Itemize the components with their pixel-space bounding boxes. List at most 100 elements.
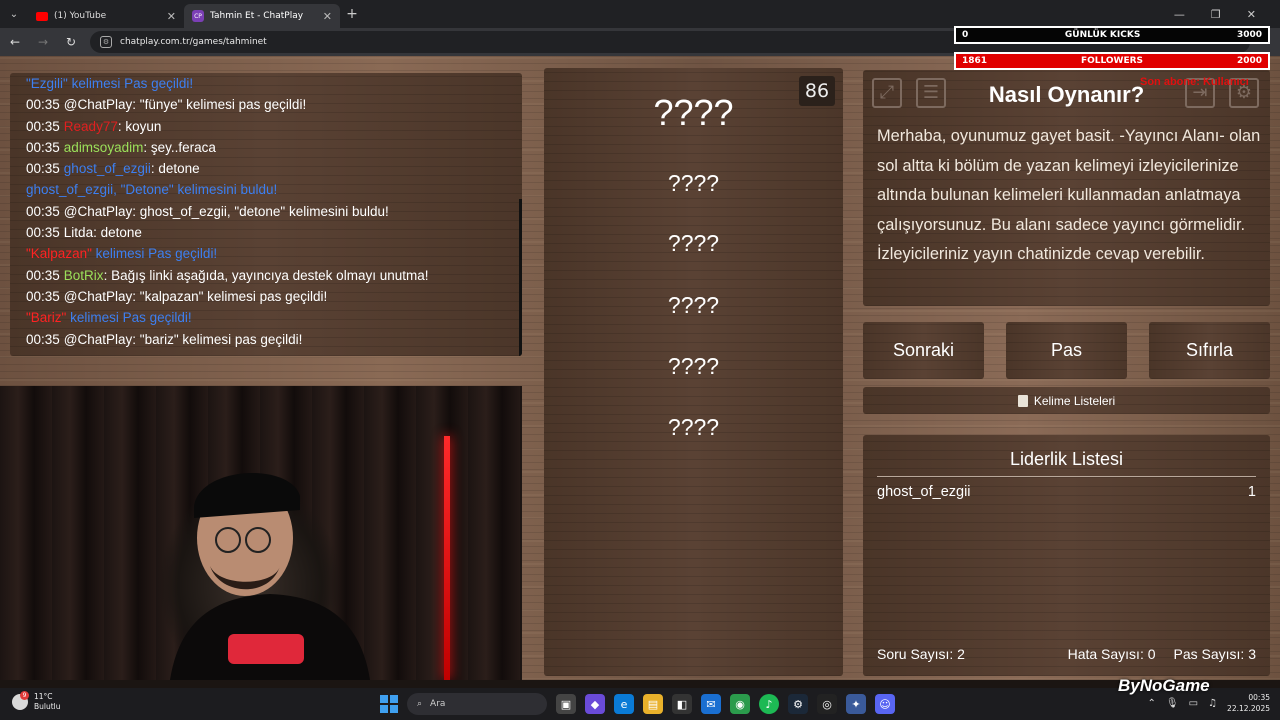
chat-message: 00:35 Ready77: koyun — [26, 116, 506, 137]
reload-icon[interactable]: ↻ — [62, 35, 80, 49]
game-stats: Soru Sayısı: 2 Hata Sayısı: 0 Pas Sayısı… — [877, 646, 1256, 662]
url-text: chatplay.com.tr/games/tahminet — [120, 37, 267, 47]
new-tab-button[interactable]: + — [340, 6, 364, 22]
leaderboard-panel: Liderlik Listesi ghost_of_ezgii 1 Soru S… — [863, 435, 1270, 676]
chat-timestamp: 00:35 — [26, 139, 60, 155]
weather-icon: 9 — [12, 691, 29, 710]
store-icon[interactable]: ◧ — [672, 694, 692, 714]
steam-icon[interactable]: ⚙ — [788, 694, 808, 714]
chat-username[interactable]: Ready77 — [64, 119, 118, 134]
chat-timestamp: 00:35 — [26, 225, 60, 241]
task-view-icon[interactable]: ▣ — [556, 694, 576, 714]
minimize-icon[interactable]: — — [1174, 8, 1185, 21]
window-controls: — ❐ ✕ — [1174, 8, 1280, 21]
how-to-play-panel: ⤢ ☰ Nasıl Oynanır? ⇥ ⚙ Merhaba, oyunumuz… — [863, 70, 1270, 306]
chrome-icon[interactable]: ◉ — [730, 694, 750, 714]
spotify-icon[interactable]: ♪ — [759, 694, 779, 714]
pass-count: Pas Sayısı: 3 — [1173, 646, 1256, 662]
close-tab-icon[interactable]: ✕ — [323, 10, 332, 23]
chat-message: 00:35 BotRix: Bağış linki aşağıda, yayınc… — [26, 265, 506, 286]
tab-search-icon[interactable]: ⌄ — [0, 0, 28, 28]
forbidden-word: ???? — [667, 353, 720, 379]
mail-icon[interactable]: ✉ — [701, 694, 721, 714]
chat-username[interactable]: @ChatPlay — [64, 97, 132, 112]
network-icon[interactable]: ▭ — [1189, 698, 1198, 709]
chat-scrollbar[interactable] — [519, 199, 522, 356]
chat-username[interactable]: ghost_of_ezgii, — [26, 182, 117, 197]
copilot-icon[interactable]: ◆ — [585, 694, 605, 714]
kicks-label: GÜNLÜK KICKS — [1064, 30, 1141, 40]
chat-timestamp: 00:35 — [26, 267, 60, 283]
temperature: 11°C — [34, 692, 53, 701]
how-to-play-text: Merhaba, oyunumuz gayet basit. -Yayıncı … — [877, 127, 1261, 263]
discord-icon[interactable]: ☺ — [875, 694, 895, 714]
taskbar-apps: ⌕ Ara ▣ ◆ e ▤ ◧ ✉ ◉ ♪ ⚙ ◎ ✦ ☺ — [380, 693, 895, 715]
app-icon[interactable]: ✦ — [846, 694, 866, 714]
chat-username[interactable]: Litda — [64, 225, 93, 240]
chat-username[interactable]: @ChatPlay — [64, 289, 132, 304]
chat-message: 00:35 @ChatPlay: "bariz" kelimesi pas geç… — [26, 329, 506, 350]
reset-button[interactable]: Sıfırla — [1149, 322, 1270, 379]
chat-username[interactable]: "Kalpazan" — [26, 246, 92, 261]
chat-text: kelimesi Pas geçildi! — [66, 310, 192, 326]
windows-start-icon[interactable] — [380, 695, 398, 713]
forward-icon[interactable]: → — [34, 35, 52, 49]
clock[interactable]: 00:35 22.12.2025 — [1227, 692, 1270, 714]
site-info-icon[interactable]: ⚙ — [100, 36, 112, 48]
chat-username[interactable]: "Bariz" — [26, 310, 66, 325]
back-icon[interactable]: ← — [6, 35, 24, 49]
chat-username[interactable]: ghost_of_ezgii — [64, 161, 151, 176]
chat-timestamp: 00:35 — [26, 118, 60, 134]
youtube-icon — [36, 11, 48, 21]
edge-icon[interactable]: e — [614, 694, 634, 714]
chat-timestamp: 00:35 — [26, 97, 60, 113]
followers-goal: 2000 — [1236, 56, 1262, 66]
clock-time: 00:35 — [1248, 693, 1270, 702]
chat-text: : şey..feraca — [143, 139, 216, 155]
pass-button[interactable]: Pas — [1006, 322, 1127, 379]
chat-message: 00:35 Litda: detone — [26, 222, 506, 243]
tab-youtube[interactable]: (1) YouTube ✕ — [28, 4, 184, 28]
close-window-icon[interactable]: ✕ — [1247, 8, 1256, 21]
chat-timestamp: 00:35 — [26, 203, 60, 219]
notepad-icon — [1017, 394, 1028, 407]
microphone-icon[interactable]: 🎙 — [1166, 698, 1179, 709]
next-button[interactable]: Sonraki — [863, 322, 984, 379]
error-count: Hata Sayısı: 0 — [1067, 646, 1156, 662]
tab-chatplay[interactable]: CP Tahmin Et - ChatPlay ✕ — [184, 4, 340, 28]
weather-condition: Bulutlu — [34, 702, 61, 711]
clock-date: 22.12.2025 — [1227, 704, 1270, 713]
chat-timestamp: 00:35 — [26, 288, 60, 304]
weather-widget[interactable]: 9 11°C Bulutlu — [12, 691, 61, 712]
word-lists-button[interactable]: Kelime Listeleri — [863, 387, 1270, 414]
chat-panel: "Ezgili" kelimesi Pas geçildi! 00:35 @Chat… — [10, 73, 522, 356]
obs-icon[interactable]: ◎ — [817, 694, 837, 714]
webcam-feed — [0, 386, 522, 680]
chat-username[interactable]: @ChatPlay — [64, 332, 132, 347]
main-word: ???? — [653, 92, 734, 133]
taskbar-search[interactable]: ⌕ Ara — [407, 693, 547, 715]
chat-message: 00:35 ghost_of_ezgii: detone — [26, 158, 506, 179]
followers-goal-bar: 1861 FOLLOWERS 2000 — [954, 52, 1270, 70]
forbidden-word: ???? — [667, 292, 720, 318]
volume-icon[interactable]: ♫ — [1208, 698, 1217, 709]
forbidden-word: ???? — [667, 414, 720, 440]
last-subscriber-text: Son abone: Kullanıcı — [1140, 76, 1249, 88]
chevron-up-icon[interactable]: ⌃ — [1148, 698, 1156, 709]
chat-lines: "Ezgili" kelimesi Pas geçildi! 00:35 @Chat… — [26, 73, 506, 350]
chat-username[interactable]: @ChatPlay — [64, 204, 132, 219]
file-explorer-icon[interactable]: ▤ — [643, 694, 663, 714]
kicks-value: 0 — [962, 30, 969, 40]
leaderboard-score: 1 — [1247, 484, 1256, 500]
word-lists-label: Kelime Listeleri — [1033, 393, 1116, 408]
chat-text: : "bariz" kelimesi pas geçildi! — [132, 331, 303, 347]
restore-icon[interactable]: ❐ — [1211, 8, 1221, 21]
chat-message: "Bariz" kelimesi Pas geçildi! — [26, 307, 506, 328]
chat-username[interactable]: BotRix — [64, 268, 104, 283]
close-tab-icon[interactable]: ✕ — [167, 10, 176, 23]
followers-value: 1861 — [962, 56, 988, 66]
chat-username[interactable]: adimsoyadim — [64, 140, 144, 155]
chat-message: 00:35 @ChatPlay: ghost_of_ezgii, "detone"… — [26, 201, 506, 222]
bynogame-logo: ByNoGame — [1118, 676, 1210, 695]
leaderboard-player: ghost_of_ezgii — [877, 484, 971, 500]
